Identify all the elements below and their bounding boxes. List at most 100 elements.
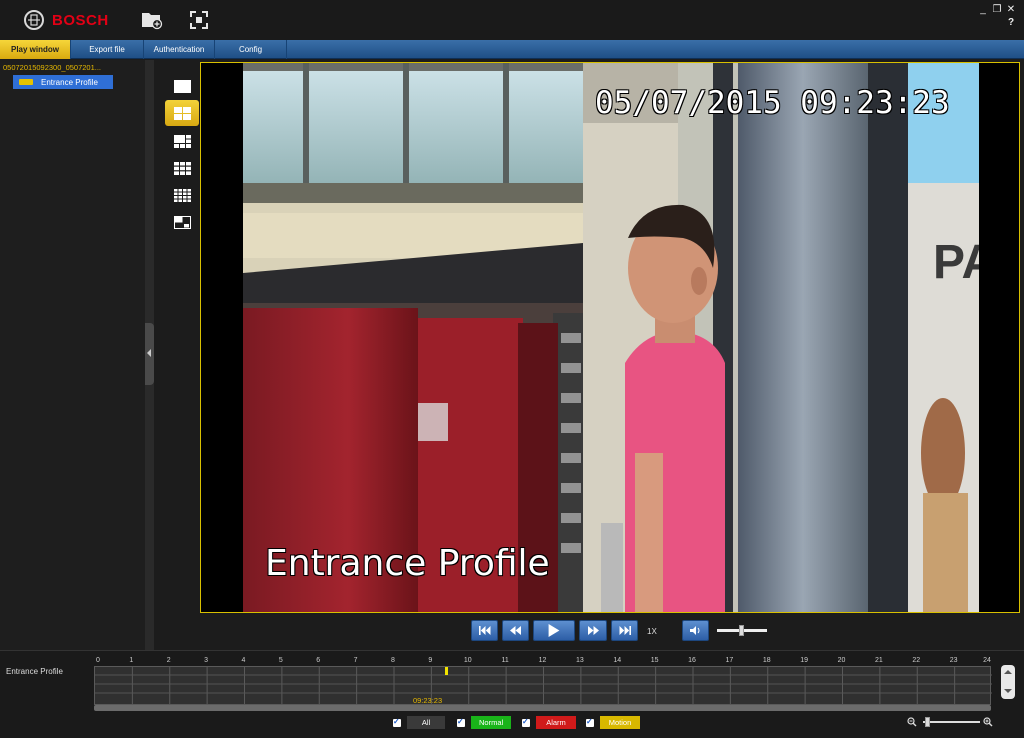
fullscreen-icon[interactable] <box>189 10 211 30</box>
bosch-armature-icon <box>24 10 44 30</box>
timeline-zoom-control <box>905 715 995 729</box>
brand-name: BOSCH <box>52 11 109 29</box>
timeline-hour-label: 11 <box>501 657 509 664</box>
layout-4x4-button[interactable] <box>165 182 199 208</box>
video-frame: PA 05/07/2015 09:23:23 Entrance Profile <box>243 63 979 612</box>
minimize-button[interactable]: _ <box>977 4 989 16</box>
timeline-hour-label: 13 <box>575 657 584 664</box>
timeline-hour-label: 3 <box>204 657 209 664</box>
timeline-hour-label: 9 <box>428 657 433 664</box>
timeline-hour-label: 24 <box>983 657 991 664</box>
skip-end-icon <box>619 626 631 635</box>
video-viewport[interactable]: PA 05/07/2015 09:23:23 Entrance Profile <box>200 62 1020 613</box>
filter-all[interactable]: All <box>393 716 445 729</box>
filter-all-label: All <box>407 716 445 729</box>
timeline-hour-label: 21 <box>874 657 883 664</box>
title-bar: BOSCH _ ❐ ✕ ? <box>0 0 1024 40</box>
filter-alarm-label: Alarm <box>536 716 576 729</box>
layout-1plus3-button[interactable] <box>165 128 199 154</box>
layout-main-plus-icon <box>173 134 191 148</box>
skip-end-button[interactable] <box>611 620 638 641</box>
zoom-slider-thumb[interactable] <box>924 717 930 727</box>
skip-start-button[interactable] <box>471 620 498 641</box>
layout-2x2-button[interactable] <box>165 100 199 126</box>
timeline-hour-label: 14 <box>613 657 622 664</box>
volume-slider[interactable] <box>717 625 767 636</box>
timeline-hour-label: 5 <box>278 657 283 664</box>
zoom-out-icon[interactable] <box>907 717 917 727</box>
camera-icon <box>19 79 33 85</box>
filter-all-checkbox[interactable] <box>393 717 401 727</box>
timeline-hour-label: 2 <box>166 657 171 664</box>
bosch-logo: BOSCH <box>24 9 109 31</box>
svg-text:PA: PA <box>933 236 979 289</box>
filter-alarm-checkbox[interactable] <box>522 717 530 727</box>
timeline-hour-label: 12 <box>538 657 547 664</box>
timeline-hour-label: 6 <box>316 657 321 664</box>
tree-root-item[interactable]: 05072015092300_0507201... <box>3 63 101 72</box>
tab-authentication[interactable]: Authentication <box>144 40 215 59</box>
mute-button[interactable] <box>682 620 709 641</box>
tab-config[interactable]: Config <box>215 40 287 59</box>
rewind-icon <box>510 626 521 635</box>
timeline-hour-label: 15 <box>650 657 659 664</box>
collapse-panel-handle[interactable] <box>145 323 154 385</box>
filter-normal-checkbox[interactable] <box>457 717 465 727</box>
tree-camera-label: Entrance Profile <box>41 77 98 87</box>
timeline-panel: Entrance Profile 0 1 2 3 4 5 6 7 8 9 10 11 12 13 14 15 1… <box>0 650 1024 738</box>
filter-alarm[interactable]: Alarm <box>522 716 576 729</box>
help-button[interactable]: ? <box>1005 17 1017 29</box>
layout-custom-button[interactable] <box>165 209 199 235</box>
restore-button[interactable]: ❐ <box>991 4 1003 16</box>
zoom-in-icon[interactable] <box>983 717 993 727</box>
timeline-hour-label: 17 <box>725 657 734 664</box>
speaker-icon <box>689 626 699 635</box>
timeline-hour-label: 19 <box>800 657 809 664</box>
timeline-hour-label: 23 <box>949 657 958 664</box>
layout-custom-icon <box>173 215 191 229</box>
timeline-cursor[interactable] <box>444 667 448 675</box>
layout-3x3-button[interactable] <box>165 155 199 181</box>
timeline-track[interactable]: 09:23:23 <box>94 666 992 706</box>
timeline-hour-label: 0 <box>96 657 100 664</box>
play-button[interactable] <box>533 620 575 641</box>
close-button[interactable]: ✕ <box>1005 4 1017 16</box>
tab-export-file[interactable]: Export file <box>71 40 144 59</box>
timeline-channel-label: Entrance Profile <box>6 667 63 676</box>
layout-nine-icon <box>173 161 191 175</box>
timeline-zoom-spinner[interactable] <box>1001 665 1015 699</box>
rewind-button[interactable] <box>502 620 529 641</box>
skip-start-icon <box>478 626 490 635</box>
layout-sixteen-icon <box>173 188 191 202</box>
filter-normal-label: Normal <box>471 716 511 729</box>
tab-play-window[interactable]: Play window <box>0 40 71 59</box>
timeline-grid <box>95 667 992 706</box>
timeline-hour-label: 20 <box>837 657 846 664</box>
timeline-hour-label: 7 <box>353 657 358 664</box>
timeline-hour-label: 18 <box>762 657 771 664</box>
playback-controls: 1X <box>200 613 1020 650</box>
timeline-hour-label: 4 <box>241 657 246 664</box>
fast-forward-button[interactable] <box>579 620 607 641</box>
play-icon <box>548 624 560 637</box>
filter-motion[interactable]: Motion <box>586 716 640 729</box>
timeline-scrollbar[interactable] <box>94 705 991 711</box>
timeline-hour-label: 1 <box>129 657 134 664</box>
filter-normal[interactable]: Normal <box>457 716 511 729</box>
spinner-up-icon <box>1004 670 1012 674</box>
tree-camera-item[interactable]: Entrance Profile <box>13 75 113 89</box>
filter-motion-checkbox[interactable] <box>586 717 594 727</box>
file-tree: 05072015092300_0507201... Entrance Profi… <box>0 60 145 650</box>
volume-slider-thumb[interactable] <box>739 625 744 636</box>
timeline-hour-label: 10 <box>463 657 472 664</box>
layout-toolbar <box>154 60 200 650</box>
video-camera-name-overlay: Entrance Profile <box>265 543 550 584</box>
layout-single-icon <box>173 79 191 93</box>
open-folder-icon[interactable] <box>141 10 163 30</box>
fast-forward-icon <box>587 626 599 635</box>
timeline-hour-label: 16 <box>688 657 696 664</box>
filter-motion-label: Motion <box>600 716 640 729</box>
camera-scene-image: PA <box>243 63 979 612</box>
layout-1x1-button[interactable] <box>165 73 199 99</box>
zoom-slider[interactable] <box>923 717 980 727</box>
